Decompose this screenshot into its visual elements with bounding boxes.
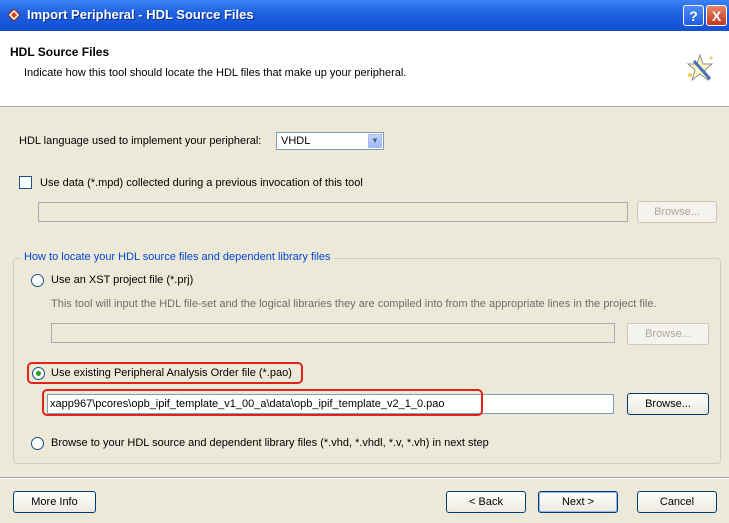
xst-project-radio[interactable] [31,274,44,287]
app-icon [7,8,21,22]
wizard-header: HDL Source Files Indicate how this tool … [0,31,729,107]
mpd-path-field [38,202,628,222]
xst-path-field [51,323,615,343]
chevron-down-icon[interactable]: ▼ [368,134,382,148]
group-title: How to locate your HDL source files and … [21,251,334,263]
use-mpd-label[interactable]: Use data (*.mpd) collected during a prev… [40,177,363,189]
hdl-language-label: HDL language used to implement your peri… [19,135,262,147]
hdl-language-select[interactable]: VHDL ▼ [276,132,384,150]
browse-next-step-label[interactable]: Browse to your HDL source and dependent … [51,437,489,449]
hdl-language-value: VHDL [281,135,311,147]
cancel-button[interactable]: Cancel [637,491,717,513]
page-description: Indicate how this tool should locate the… [24,67,407,79]
window-title: Import Peripheral - HDL Source Files [27,7,254,22]
pao-browse-button[interactable]: Browse... [627,393,709,415]
close-button[interactable]: X [706,5,727,26]
pao-path-highlight [42,389,483,416]
use-mpd-checkbox[interactable] [19,176,32,189]
hdl-source-group [13,258,721,464]
next-button[interactable]: Next > [538,491,618,513]
back-button[interactable]: < Back [446,491,526,513]
wizard-magic-wand-icon [686,53,714,82]
xst-project-label[interactable]: Use an XST project file (*.prj) [51,274,193,286]
pao-file-radio[interactable] [32,367,45,380]
page-title: HDL Source Files [10,45,110,59]
more-info-button[interactable]: More Info [13,491,96,513]
help-button[interactable]: ? [683,5,704,26]
pao-file-label[interactable]: Use existing Peripheral Analysis Order f… [51,367,292,379]
footer-separator [0,477,729,479]
xst-browse-button[interactable]: Browse... [627,323,709,345]
title-bar[interactable]: Import Peripheral - HDL Source Files ? X [0,0,729,31]
browse-next-step-radio[interactable] [31,437,44,450]
mpd-browse-button[interactable]: Browse... [637,201,717,223]
xst-project-description: This tool will input the HDL file-set an… [51,298,657,310]
